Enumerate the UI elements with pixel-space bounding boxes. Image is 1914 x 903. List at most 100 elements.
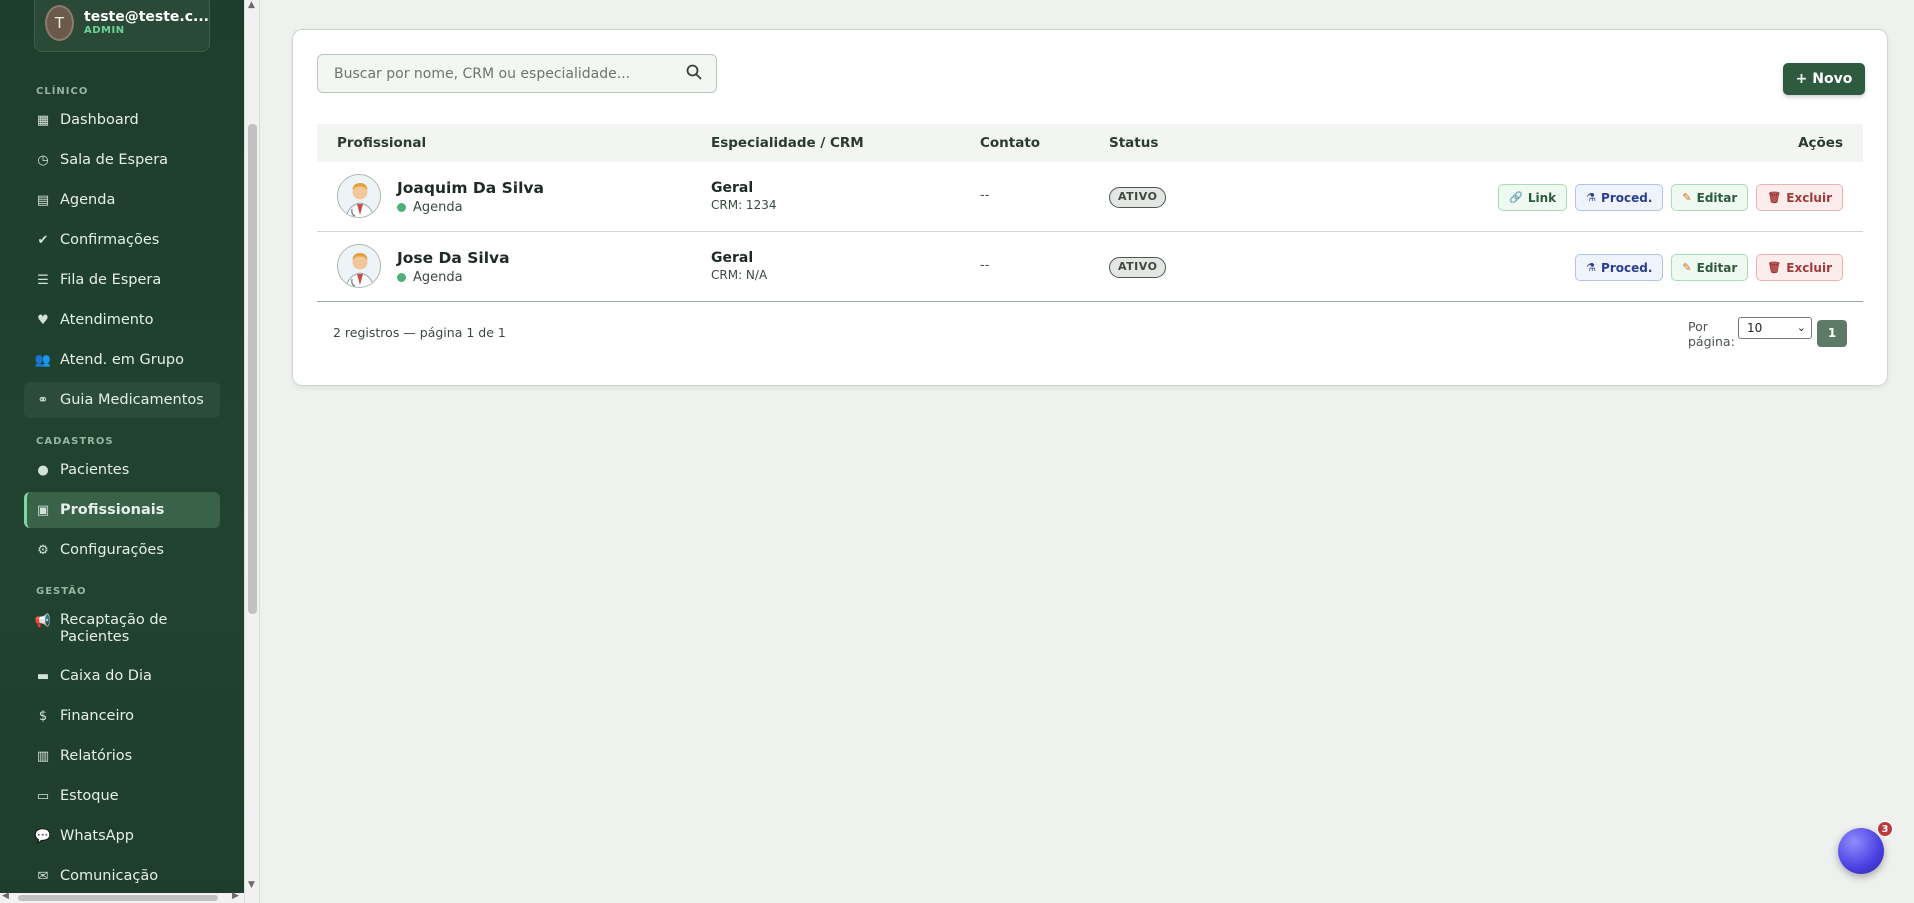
sidebar-item-atend-em-grupo[interactable]: 👥 Atend. em Grupo: [24, 342, 220, 378]
sidebar-horizontal-scrollbar[interactable]: ◀ ▶: [0, 891, 244, 903]
sidebar-item-label: Configurações: [60, 542, 164, 558]
user-icon: ●: [37, 462, 49, 478]
pills-icon: ⚭: [37, 392, 49, 408]
contact: --: [980, 188, 990, 203]
grid-icon: ▦: [36, 112, 50, 128]
link-button[interactable]: 🔗 Link: [1498, 184, 1568, 211]
professional-name: Jose Da Silva: [397, 249, 510, 267]
table-row: Joaquim Da Silva Agenda Geral CRM: 1234 …: [317, 162, 1863, 232]
sidebar-item-label: Pacientes: [60, 462, 130, 478]
button-label: Editar: [1696, 260, 1738, 275]
table-row: Jose Da Silva Agenda Geral CRM: N/A -- A…: [317, 232, 1863, 302]
scrollbar-thumb[interactable]: [248, 124, 257, 614]
agenda-indicator: Agenda: [397, 270, 463, 285]
page-button-current[interactable]: 1: [1817, 320, 1847, 347]
sidebar-item-label: Sala de Espera: [60, 152, 169, 168]
sidebar-scrollbar[interactable]: ▲ ▼: [244, 0, 259, 903]
sidebar-item-label: Atend. em Grupo: [60, 352, 185, 368]
section-label-cadastros: CADASTROS: [36, 436, 114, 447]
sidebar-item-relatorios[interactable]: ▥ Relatórios: [24, 738, 220, 774]
sidebar-item-comunicacao[interactable]: ✉ Comunicação: [24, 858, 220, 894]
delete-button[interactable]: 🗑 Excluir: [1756, 254, 1843, 281]
sidebar-item-whatsapp[interactable]: 💬 WhatsApp: [24, 818, 220, 854]
edit-button[interactable]: ✎ Editar: [1671, 254, 1749, 281]
procedures-button[interactable]: ⚗ Proced.: [1575, 254, 1664, 281]
new-button[interactable]: + Novo: [1783, 63, 1865, 95]
divider: [259, 0, 260, 903]
sidebar-item-label: Confirmações: [60, 232, 160, 248]
sidebar-item-label: Caixa do Dia: [60, 668, 152, 684]
list-icon: ☰: [37, 272, 49, 288]
sidebar-item-guia-medicamentos[interactable]: ⚭ Guia Medicamentos: [24, 382, 220, 418]
sidebar-item-caixa-do-dia[interactable]: ▬ Caixa do Dia: [24, 658, 220, 694]
bar-chart-icon: ▥: [36, 748, 50, 764]
section-label-clinico: CLÍNICO: [36, 86, 89, 97]
header-especialidade[interactable]: Especialidade / CRM: [711, 135, 864, 151]
specialty: Geral: [711, 180, 754, 196]
sidebar-item-confirmacoes[interactable]: ✔ Confirmações: [24, 222, 220, 258]
button-label: Excluir: [1786, 260, 1832, 275]
per-page-text: Por página:: [1688, 319, 1735, 349]
scroll-down-arrow-icon[interactable]: ▼: [248, 880, 255, 890]
link-icon: 🔗: [1509, 191, 1523, 204]
scroll-left-arrow-icon[interactable]: ◀: [2, 891, 9, 901]
search-input[interactable]: [334, 65, 674, 82]
sidebar-item-estoque[interactable]: ▭ Estoque: [24, 778, 220, 814]
header-status[interactable]: Status: [1109, 135, 1158, 151]
sidebar-item-agenda[interactable]: ▤ Agenda: [24, 182, 220, 218]
sidebar-item-financeiro[interactable]: $ Financeiro: [24, 698, 220, 734]
per-page-label: Por página:: [1688, 319, 1735, 349]
horizontal-scrollbar-thumb[interactable]: [18, 895, 218, 901]
button-label: Proced.: [1601, 260, 1653, 275]
sidebar-item-recaptacao[interactable]: 📢 Recaptação de Pacientes: [24, 606, 220, 650]
megaphone-icon: 📢: [34, 613, 52, 629]
sidebar-item-label: Dashboard: [60, 112, 139, 128]
gear-icon: ⚙: [37, 542, 49, 558]
professional-name: Joaquim Da Silva: [397, 179, 544, 197]
user-email: teste@teste.c...: [84, 9, 209, 26]
sidebar-item-label: Profissionais: [60, 502, 165, 518]
specialty: Geral: [711, 250, 754, 266]
scroll-up-arrow-icon[interactable]: ▲: [248, 0, 255, 10]
scroll-right-arrow-icon[interactable]: ▶: [232, 891, 239, 901]
id-badge-icon: ▣: [36, 502, 50, 518]
table-header: Profissional Especialidade / CRM Contato…: [317, 124, 1863, 162]
section-label-gestao: GESTÃO: [36, 586, 87, 597]
trash-icon: 🗑: [1767, 191, 1782, 204]
procedures-button[interactable]: ⚗ Proced.: [1575, 184, 1664, 211]
trash-icon: 🗑: [1767, 261, 1782, 274]
contact: --: [980, 258, 990, 273]
users-icon: 👥: [34, 352, 52, 368]
sidebar-item-label: Guia Medicamentos: [60, 392, 204, 408]
calendar-icon: ▤: [36, 192, 50, 208]
mail-icon: ✉: [37, 868, 49, 884]
header-profissional[interactable]: Profissional: [337, 135, 426, 151]
sidebar-item-label: Comunicação: [60, 868, 159, 884]
sidebar-item-label: Atendimento: [60, 312, 154, 328]
per-page-select[interactable]: 10 ⌄: [1738, 317, 1812, 339]
flask-icon: ⚗: [1586, 191, 1597, 204]
sidebar: T teste@teste.c... ADMIN CLÍNICO ▦ Dashbo…: [0, 0, 244, 903]
sidebar-item-sala-de-espera[interactable]: ◷ Sala de Espera: [24, 142, 220, 178]
delete-button[interactable]: 🗑 Excluir: [1756, 184, 1843, 211]
sidebar-item-configuracoes[interactable]: ⚙ Configurações: [24, 532, 220, 568]
chat-widget-button[interactable]: [1838, 828, 1884, 874]
agenda-indicator: Agenda: [397, 200, 463, 215]
sidebar-item-label: Estoque: [60, 788, 119, 804]
edit-button[interactable]: ✎ Editar: [1671, 184, 1749, 211]
pencil-icon: ✎: [1682, 191, 1692, 204]
check-circle-icon: ✔: [37, 232, 49, 248]
search-box[interactable]: [317, 54, 717, 93]
search-icon[interactable]: [686, 64, 702, 84]
sidebar-item-label: WhatsApp: [60, 828, 134, 844]
user-card[interactable]: T teste@teste.c... ADMIN: [34, 0, 210, 52]
agenda-label: Agenda: [413, 200, 463, 215]
sidebar-item-pacientes[interactable]: ● Pacientes: [24, 452, 220, 488]
sidebar-item-label: Agenda: [60, 192, 116, 208]
sidebar-item-profissionais[interactable]: ▣ Profissionais: [24, 492, 220, 528]
sidebar-item-dashboard[interactable]: ▦ Dashboard: [24, 102, 220, 138]
header-contato[interactable]: Contato: [980, 135, 1040, 151]
sidebar-item-atendimento[interactable]: ♥ Atendimento: [24, 302, 220, 338]
status-dot: [397, 273, 406, 282]
sidebar-item-fila-de-espera[interactable]: ☰ Fila de Espera: [24, 262, 220, 298]
